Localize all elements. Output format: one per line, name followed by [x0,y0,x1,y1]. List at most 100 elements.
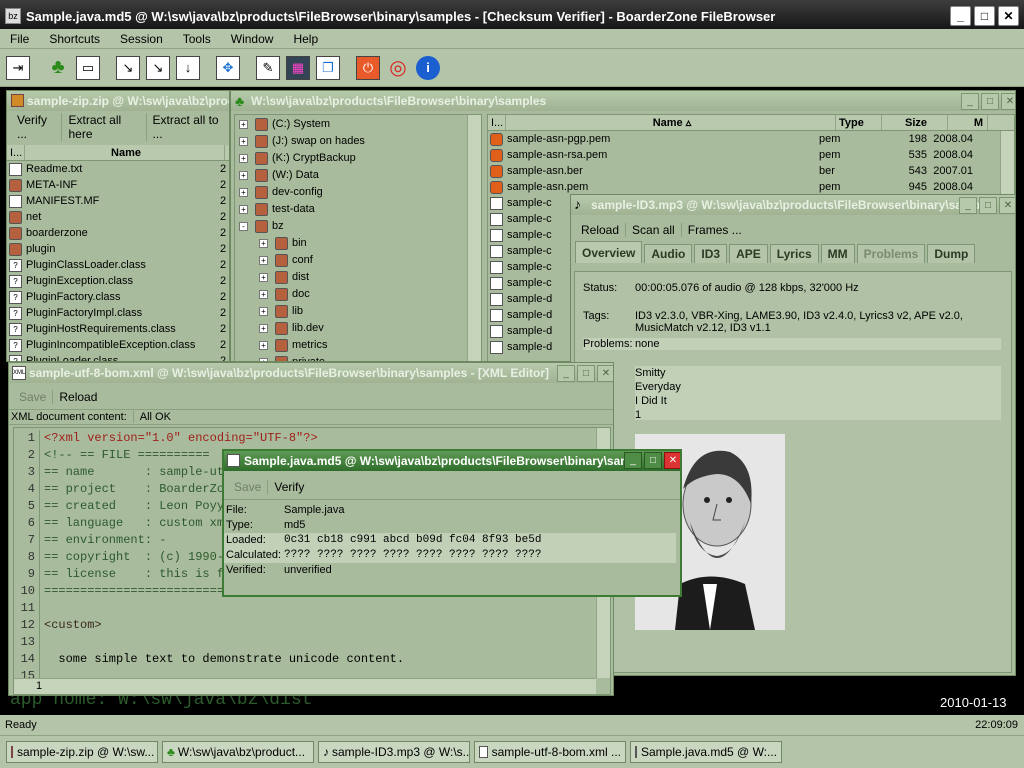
expand-toggle-icon[interactable]: - [239,222,248,231]
tree-node[interactable]: + (K:) CryptBackup [235,150,481,167]
col-name[interactable]: Name ▵ [506,115,836,130]
arrange-icon[interactable]: ✥ [216,55,240,80]
tab-id3[interactable]: ID3 [694,244,728,263]
tab-overview[interactable]: Overview [575,241,643,263]
minimize-button[interactable]: _ [950,6,971,26]
task-xml[interactable]: sample-utf-8-bom.xml ... [474,741,626,763]
tree-node[interactable]: + conf [235,252,481,269]
tab-lyrics[interactable]: Lyrics [769,244,819,263]
zip-list-item[interactable]: ? PluginClassLoader.class 2 [7,257,229,273]
zip-list-item[interactable]: META-INF 2 [7,177,229,193]
file-list-row[interactable]: sample-asn.ber ber 543 2007.01 [488,163,1014,179]
expand-toggle-icon[interactable]: + [259,324,268,333]
xml-position-bar[interactable]: 1 [14,678,596,694]
close-button[interactable]: ✕ [998,6,1019,26]
tree-node[interactable]: + dev-config [235,184,481,201]
browser-maximize-button[interactable]: □ [981,93,999,110]
expand-toggle-icon[interactable]: + [259,341,268,350]
expand-toggle-icon[interactable]: + [259,239,268,248]
expand-toggle-icon[interactable]: + [239,188,248,197]
extract-to-button[interactable]: Extract all to ... [147,113,229,141]
expand-toggle-icon[interactable]: + [239,205,248,214]
zip-list-item[interactable]: ? PluginHostRequirements.class 2 [7,321,229,337]
tree-node[interactable]: + (W:) Data [235,167,481,184]
zip-list-item[interactable]: plugin 2 [7,241,229,257]
md5-close-button[interactable]: ✕ [664,452,680,469]
tab-audio[interactable]: Audio [644,244,693,263]
tile-vertical-icon[interactable]: ↓ [176,55,200,80]
cascade-icon[interactable]: ↘ [116,55,140,80]
id3-close-button[interactable]: ✕ [999,197,1015,214]
tree-scrollbar[interactable] [467,115,481,361]
zip-list-item[interactable]: net 2 [7,209,229,225]
xml-minimize-button[interactable]: _ [557,365,575,382]
palette-icon[interactable]: ▦ [286,55,310,80]
zip-window-title-bar[interactable]: sample-zip.zip @ W:\sw\java\bz\prod [7,91,229,111]
xml-maximize-button[interactable]: □ [577,365,595,382]
browser-minimize-button[interactable]: _ [961,93,979,110]
menu-window[interactable]: Window [221,32,284,46]
file-list-row[interactable]: sample-asn-rsa.pem pem 535 2008.04 [488,147,1014,163]
expand-toggle-icon[interactable]: + [259,273,268,282]
task-browser[interactable]: ♣ W:\sw\java\bz\product... [162,741,314,763]
maximize-button[interactable]: □ [974,6,995,26]
expand-toggle-icon[interactable]: + [239,154,248,163]
md5-verify-button[interactable]: Verify [268,480,310,494]
tree-node[interactable]: + dist [235,269,481,286]
lifebuoy-icon[interactable]: ◎ [386,56,410,80]
tab-ape[interactable]: APE [729,244,768,263]
menu-file[interactable]: File [0,32,39,46]
id3-scan-all-button[interactable]: Scan all [626,223,682,237]
zip-list-item[interactable]: ? PluginFactoryImpl.class 2 [7,305,229,321]
expand-toggle-icon[interactable]: + [239,171,248,180]
id3-reload-button[interactable]: Reload [575,223,627,237]
browser-close-button[interactable]: ✕ [1001,93,1015,110]
expand-toggle-icon[interactable]: + [239,137,248,146]
id3-frames-button[interactable]: Frames ... [682,223,748,237]
zip-col-icon[interactable]: I... [7,145,25,160]
file-list-row[interactable]: sample-asn-pgp.pem pem 198 2008.04 [488,131,1014,147]
task-zip[interactable]: sample-zip.zip @ W:\sw... [6,741,158,763]
col-icon[interactable]: I... [488,115,506,130]
browser-window-title-bar[interactable]: W:\sw\java\bz\products\FileBrowser\binar… [231,91,1015,111]
new-window-icon[interactable]: ▭ [76,55,100,80]
expand-toggle-icon[interactable]: + [259,256,268,265]
zip-list-item[interactable]: ? PluginFactory.class 2 [7,289,229,305]
xml-reload-button[interactable]: Reload [53,390,103,404]
tree-node[interactable]: + lib [235,303,481,320]
zip-list-item[interactable]: ? PluginException.class 2 [7,273,229,289]
tree-node[interactable]: + doc [235,286,481,303]
extract-here-button[interactable]: Extract all here [62,113,147,141]
menu-tools[interactable]: Tools [173,32,221,46]
expand-toggle-icon[interactable]: + [259,290,268,299]
md5-minimize-button[interactable]: _ [624,452,642,469]
power-icon[interactable]: ⏻ [356,55,380,80]
edit-icon[interactable]: ✎ [256,55,280,80]
tab-dump[interactable]: Dump [927,244,976,263]
file-list-row[interactable]: sample-asn.pem pem 945 2008.04 [488,179,1014,195]
tree-node[interactable]: + bin [235,235,481,252]
sheets-icon[interactable]: ❐ [316,55,340,80]
tile-horizontal-icon[interactable]: ↘ [146,55,170,80]
menu-help[interactable]: Help [283,32,328,46]
tab-mm[interactable]: MM [820,244,855,263]
col-modified[interactable]: M [948,115,988,130]
info-icon[interactable]: i [416,55,440,80]
id3-maximize-button[interactable]: □ [979,197,997,214]
tree-node[interactable]: + (C:) System [235,116,481,133]
zip-list-item[interactable]: MANIFEST.MF 2 [7,193,229,209]
tab-problems[interactable]: Problems [856,244,926,263]
menu-session[interactable]: Session [110,32,173,46]
id3-window-title-bar[interactable]: sample-ID3.mp3 @ W:\sw\java\bz\products\… [571,195,1015,215]
id3-minimize-button[interactable]: _ [959,197,977,214]
col-type[interactable]: Type [836,115,882,130]
task-md5[interactable]: Sample.java.md5 @ W:... [630,741,782,763]
tree-node[interactable]: + (J:) swap on hades [235,133,481,150]
expand-toggle-icon[interactable]: + [239,120,248,129]
xml-close-button[interactable]: ✕ [597,365,613,382]
zip-list-item[interactable]: Readme.txt 2 [7,161,229,177]
col-size[interactable]: Size [882,115,948,130]
md5-window-title-bar[interactable]: Sample.java.md5 @ W:\sw\java\bz\products… [224,451,680,471]
tree-node[interactable]: +private [235,354,481,361]
zip-col-name[interactable]: Name [25,145,225,160]
